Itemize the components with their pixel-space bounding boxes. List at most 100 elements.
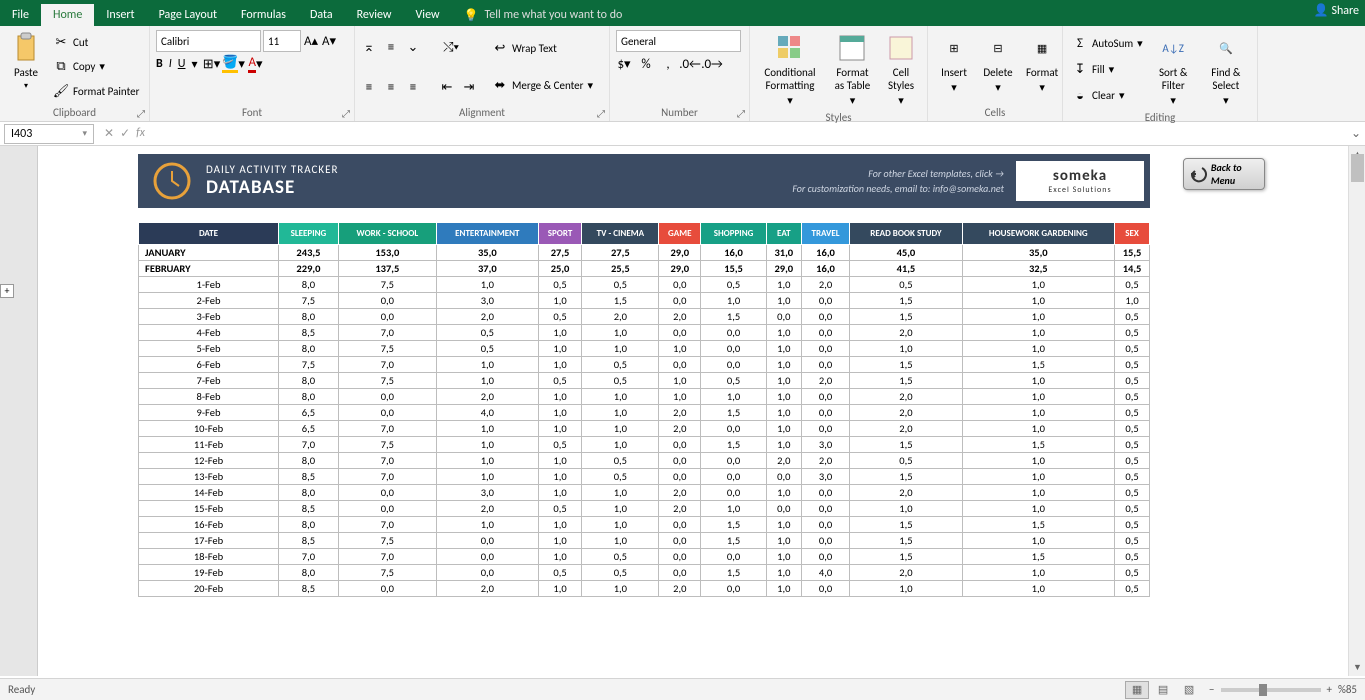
- tab-page-layout[interactable]: Page Layout: [147, 4, 229, 26]
- cell[interactable]: 0,5: [538, 437, 582, 453]
- cell[interactable]: 2,0: [850, 405, 962, 421]
- cell[interactable]: 1,0: [962, 325, 1115, 341]
- col-header[interactable]: SPORT: [538, 223, 582, 245]
- cell[interactable]: 0,0: [701, 341, 767, 357]
- cell[interactable]: 0,5: [538, 309, 582, 325]
- cell[interactable]: 1,0: [962, 469, 1115, 485]
- cell[interactable]: 8,5: [279, 581, 339, 597]
- cell[interactable]: 8,0: [279, 373, 339, 389]
- cell[interactable]: 1,0: [962, 389, 1115, 405]
- cell[interactable]: 8,0: [279, 517, 339, 533]
- cell[interactable]: 6-Feb: [139, 357, 279, 373]
- cell[interactable]: 0,5: [1115, 309, 1150, 325]
- cell[interactable]: 4,0: [436, 405, 538, 421]
- cell[interactable]: 14,5: [1115, 261, 1150, 277]
- cell[interactable]: 1,0: [538, 549, 582, 565]
- cell[interactable]: 1,0: [962, 277, 1115, 293]
- cell[interactable]: 1,0: [1115, 293, 1150, 309]
- cell[interactable]: 1,0: [538, 453, 582, 469]
- merge-center-button[interactable]: ⬌Merge & Center ▾: [489, 76, 596, 96]
- cell[interactable]: 1,0: [538, 357, 582, 373]
- cell[interactable]: 1,5: [850, 533, 962, 549]
- cell[interactable]: 1,5: [850, 309, 962, 325]
- cell[interactable]: 0,5: [1115, 581, 1150, 597]
- cell[interactable]: 1,0: [582, 325, 659, 341]
- fill-color-button[interactable]: 🪣▾: [226, 56, 242, 72]
- cell[interactable]: 13-Feb: [139, 469, 279, 485]
- table-row[interactable]: 10-Feb6,57,01,01,01,02,00,01,00,02,01,00…: [139, 421, 1150, 437]
- cell[interactable]: 16,0: [801, 261, 850, 277]
- decrease-decimal-icon[interactable]: .0→: [704, 56, 720, 72]
- cell[interactable]: 1,0: [436, 517, 538, 533]
- cell[interactable]: 1,5: [962, 437, 1115, 453]
- cell[interactable]: 1,0: [436, 357, 538, 373]
- col-header[interactable]: EAT: [766, 223, 801, 245]
- summary-row[interactable]: JANUARY243,5153,035,027,527,529,016,031,…: [139, 245, 1150, 261]
- cell[interactable]: 2,0: [850, 565, 962, 581]
- cell[interactable]: 2,0: [850, 485, 962, 501]
- delete-cells-button[interactable]: ⊟Delete▾: [978, 30, 1018, 104]
- cell[interactable]: 7,0: [279, 437, 339, 453]
- cell[interactable]: 0,0: [801, 405, 850, 421]
- cell[interactable]: 2,0: [436, 501, 538, 517]
- cell[interactable]: 2,0: [659, 501, 701, 517]
- cell[interactable]: 0,5: [850, 453, 962, 469]
- summary-row[interactable]: FEBRUARY229,0137,537,025,025,529,015,529…: [139, 261, 1150, 277]
- page-break-view-icon[interactable]: ▧: [1177, 681, 1201, 699]
- zoom-in-icon[interactable]: +: [1327, 683, 1332, 696]
- cell[interactable]: 0,0: [801, 341, 850, 357]
- normal-view-icon[interactable]: ▦: [1125, 681, 1149, 699]
- tab-data[interactable]: Data: [298, 4, 345, 26]
- font-name-combo[interactable]: [156, 30, 261, 52]
- cell[interactable]: 1,0: [582, 581, 659, 597]
- expand-formula-bar-icon[interactable]: ⌄: [1347, 126, 1365, 141]
- cell[interactable]: 2,0: [801, 277, 850, 293]
- cell[interactable]: 0,5: [1115, 453, 1150, 469]
- bold-button[interactable]: B: [156, 57, 163, 71]
- cell[interactable]: 1,0: [436, 469, 538, 485]
- cell[interactable]: 0,5: [582, 277, 659, 293]
- cell[interactable]: 8-Feb: [139, 389, 279, 405]
- cell[interactable]: 0,0: [338, 405, 436, 421]
- cell[interactable]: 0,5: [582, 469, 659, 485]
- table-row[interactable]: 3-Feb8,00,02,00,52,02,01,50,00,01,51,00,…: [139, 309, 1150, 325]
- cell[interactable]: 7,0: [338, 421, 436, 437]
- cell[interactable]: 1,5: [701, 309, 767, 325]
- cell[interactable]: 1,0: [436, 421, 538, 437]
- cell[interactable]: 1,0: [582, 485, 659, 501]
- increase-font-icon[interactable]: A▴: [303, 33, 319, 49]
- cell[interactable]: 8,0: [279, 453, 339, 469]
- outline-expand-button[interactable]: +: [0, 284, 14, 298]
- cell[interactable]: 1,0: [766, 341, 801, 357]
- cell[interactable]: 0,5: [850, 277, 962, 293]
- wrap-text-button[interactable]: ↩Wrap Text: [489, 39, 596, 59]
- cell[interactable]: 0,0: [801, 293, 850, 309]
- cell[interactable]: 2,0: [659, 405, 701, 421]
- cell[interactable]: 2,0: [582, 309, 659, 325]
- cell[interactable]: 1,0: [659, 389, 701, 405]
- cell[interactable]: 0,0: [659, 437, 701, 453]
- cell[interactable]: 0,0: [701, 549, 767, 565]
- cell[interactable]: 0,0: [766, 309, 801, 325]
- cell[interactable]: 1,0: [766, 485, 801, 501]
- cell[interactable]: 1,0: [701, 293, 767, 309]
- copy-button[interactable]: ⧉Copy ▾: [50, 57, 142, 77]
- cell[interactable]: 1,0: [766, 533, 801, 549]
- cell[interactable]: 1,0: [766, 357, 801, 373]
- align-center-icon[interactable]: ≡: [383, 79, 399, 95]
- cell[interactable]: 1,5: [962, 549, 1115, 565]
- cell[interactable]: 8,0: [279, 341, 339, 357]
- cell[interactable]: 0,5: [1115, 517, 1150, 533]
- cell[interactable]: 1,0: [538, 517, 582, 533]
- cell[interactable]: 8,0: [279, 309, 339, 325]
- cell[interactable]: 1,0: [582, 501, 659, 517]
- cell[interactable]: 0,5: [1115, 469, 1150, 485]
- cell[interactable]: 1,0: [962, 581, 1115, 597]
- cell[interactable]: 0,5: [1115, 389, 1150, 405]
- col-header[interactable]: WORK - SCHOOL: [338, 223, 436, 245]
- cell[interactable]: JANUARY: [139, 245, 279, 261]
- tab-view[interactable]: View: [404, 4, 452, 26]
- cell[interactable]: 7,5: [338, 277, 436, 293]
- cell[interactable]: 1,0: [962, 373, 1115, 389]
- cell[interactable]: 1,0: [436, 453, 538, 469]
